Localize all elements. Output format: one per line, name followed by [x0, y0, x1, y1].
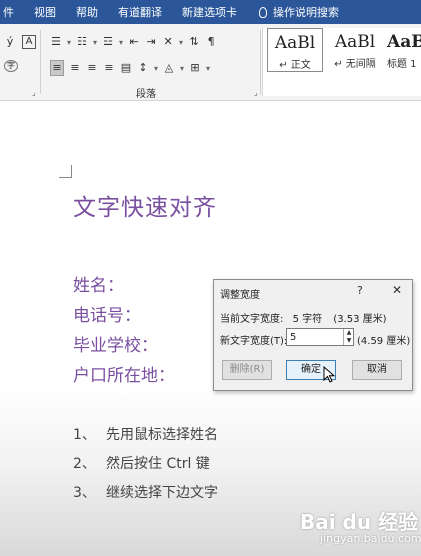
- help-icon[interactable]: ?: [357, 284, 363, 297]
- menu-youdao-translate[interactable]: 有道翻译: [118, 4, 162, 20]
- enclose-character-icon[interactable]: 字: [4, 60, 18, 72]
- menu-bar: 件 视图 帮助 有道翻译 新建选项卡 操作说明搜索: [0, 0, 421, 24]
- style-normal-preview: AaBl: [274, 33, 316, 53]
- current-width-cm: (3.53 厘米): [333, 314, 387, 325]
- line-spacing-dropdown-icon[interactable]: ▾: [154, 64, 158, 73]
- chinese-layout-icon[interactable]: ✕: [162, 35, 174, 49]
- page-corner-mark: [59, 165, 72, 178]
- new-width-label: 新文字宽度(T):: [220, 336, 288, 347]
- bullets-icon[interactable]: ☰: [50, 35, 62, 49]
- style-normal-label: ↵ 正文: [279, 60, 311, 71]
- menu-new-tab[interactable]: 新建选项卡: [182, 4, 237, 20]
- tell-me-search[interactable]: 操作说明搜索: [273, 4, 339, 20]
- style-heading-1[interactable]: AaBb 标题 1: [387, 28, 421, 72]
- menu-file-fragment[interactable]: 件: [3, 4, 14, 20]
- sort-icon[interactable]: ⇅: [188, 35, 200, 49]
- step-1: 1、 先用鼠标选择姓名: [73, 424, 218, 444]
- shading-icon[interactable]: ◬: [163, 61, 175, 75]
- line-spacing-icon[interactable]: ↕: [137, 61, 149, 75]
- character-border-icon[interactable]: A: [22, 35, 36, 49]
- step-1-number: 1、: [73, 427, 96, 443]
- group-divider: [40, 30, 41, 94]
- paragraph-row-1: ☰ ▾ ☷ ▾ ☲ ▾ ⇤ ⇥ ✕ ▾ ⇅ ¶: [50, 35, 217, 49]
- watermark-url: jingyan.baidu.com: [320, 532, 421, 545]
- paragraph-group-label: 段落: [136, 89, 156, 100]
- group-divider-2: [260, 30, 261, 94]
- numbering-dropdown-icon[interactable]: ▾: [93, 38, 97, 47]
- delete-button[interactable]: 删除(R): [222, 360, 272, 380]
- align-center-icon[interactable]: ≡: [69, 61, 81, 75]
- paragraph-dialog-launcher-icon[interactable]: ⌟: [254, 88, 258, 97]
- step-3: 3、 继续选择下边文字: [73, 482, 218, 502]
- baidu-jingyan-watermark: Bai du 经验: [300, 510, 419, 534]
- spin-up-icon[interactable]: ▲: [344, 329, 354, 337]
- cancel-button[interactable]: 取消: [352, 360, 402, 380]
- close-icon[interactable]: ✕: [392, 283, 402, 297]
- current-width-row: 当前文字宽度: 5 字符 (3.53 厘米): [220, 310, 387, 325]
- distributed-icon[interactable]: ▤: [120, 61, 132, 75]
- step-3-text: 继续选择下边文字: [106, 485, 218, 501]
- field-name-label: 姓名：: [73, 276, 124, 296]
- field-phone-label: 电话号：: [73, 306, 141, 326]
- current-width-value: 5 字符: [292, 314, 323, 325]
- new-width-spinner[interactable]: ▲ ▼: [343, 329, 354, 345]
- step-1-text: 先用鼠标选择姓名: [106, 427, 218, 443]
- paragraph-row-2: ≡ ≡ ≡ ≡ ▤ ↕ ▾ ◬ ▾ ⊞ ▾: [50, 60, 210, 76]
- current-width-label: 当前文字宽度:: [220, 314, 284, 325]
- increase-indent-icon[interactable]: ⇥: [145, 35, 157, 49]
- document-title: 文字快速对齐: [73, 195, 217, 221]
- multilevel-dropdown-icon[interactable]: ▾: [119, 38, 123, 47]
- step-2-text: 然后按住 Ctrl 键: [106, 456, 210, 472]
- align-right-icon[interactable]: ≡: [86, 61, 98, 75]
- align-left-icon[interactable]: ≡: [50, 60, 64, 76]
- style-no-spacing-preview: AaBl: [334, 32, 376, 52]
- font-row-fragment-2: 字: [4, 60, 18, 72]
- show-formatting-icon[interactable]: ¶: [205, 35, 217, 49]
- multilevel-list-icon[interactable]: ☲: [102, 35, 114, 49]
- bullets-dropdown-icon[interactable]: ▾: [67, 38, 71, 47]
- justify-icon[interactable]: ≡: [103, 61, 115, 75]
- phonetic-guide-icon[interactable]: ý: [4, 35, 16, 49]
- spin-down-icon[interactable]: ▼: [344, 337, 354, 345]
- styles-gallery: AaBl ↵ 正文 AaBl ↵ 无间隔 AaBb 标题 1: [262, 28, 421, 96]
- style-normal[interactable]: AaBl ↵ 正文: [267, 28, 323, 72]
- style-heading-1-preview: AaBb: [387, 32, 421, 52]
- shading-dropdown-icon[interactable]: ▾: [180, 64, 184, 73]
- style-no-spacing[interactable]: AaBl ↵ 无间隔: [327, 28, 383, 72]
- field-school-label: 毕业学校：: [73, 336, 158, 356]
- step-2-number: 2、: [73, 456, 96, 472]
- style-heading-1-label: 标题 1: [387, 59, 417, 70]
- decrease-indent-icon[interactable]: ⇤: [128, 35, 140, 49]
- step-2: 2、 然后按住 Ctrl 键: [73, 453, 210, 473]
- dialog-title: 调整宽度: [220, 290, 260, 301]
- style-no-spacing-label: ↵ 无间隔: [334, 59, 376, 70]
- mouse-cursor-icon: [323, 366, 336, 383]
- menu-view[interactable]: 视图: [34, 4, 56, 20]
- ribbon: ý A 字 ☰ ▾ ☷ ▾ ☲ ▾ ⇤ ⇥ ✕ ▾ ⇅ ¶ ≡ ≡ ≡ ≡ ▤ ↕ ▾ ◬…: [0, 24, 421, 101]
- chinese-layout-dropdown-icon[interactable]: ▾: [179, 38, 183, 47]
- step-3-number: 3、: [73, 485, 96, 501]
- borders-icon[interactable]: ⊞: [189, 61, 201, 75]
- new-width-cm: (4.59 厘米): [357, 336, 411, 347]
- menu-help[interactable]: 帮助: [76, 4, 98, 20]
- lightbulb-icon: [259, 6, 267, 18]
- borders-dropdown-icon[interactable]: ▾: [206, 64, 210, 73]
- field-hukou-label: 户口所在地：: [73, 366, 175, 386]
- numbering-icon[interactable]: ☷: [76, 35, 88, 49]
- font-row-fragment: ý A: [4, 35, 36, 49]
- adjust-width-dialog: 调整宽度 ? ✕ 当前文字宽度: 5 字符 (3.53 厘米) 新文字宽度(T)…: [213, 279, 413, 391]
- font-dialog-launcher-icon[interactable]: ⌟: [32, 88, 36, 97]
